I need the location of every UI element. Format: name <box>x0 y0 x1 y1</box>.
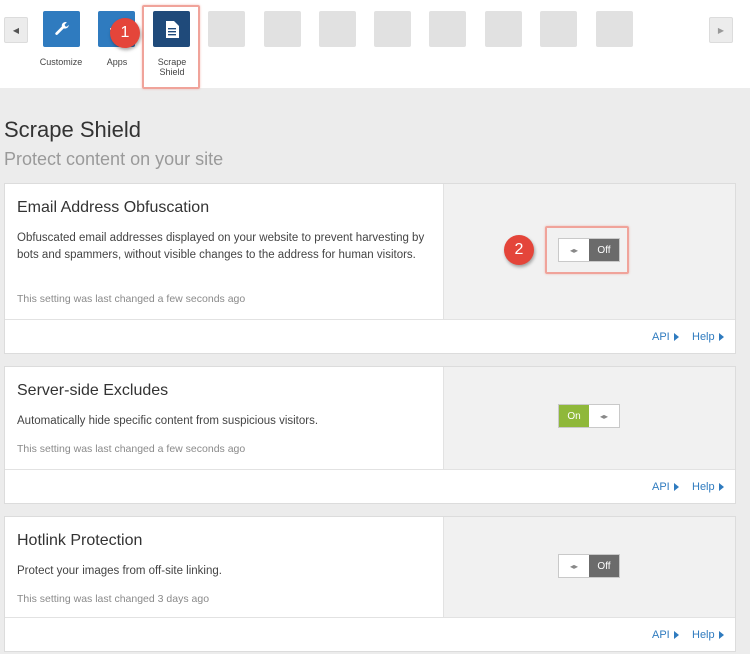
card-last-changed: This setting was last changed a few seco… <box>17 293 246 305</box>
card-info: Email Address Obfuscation Obfuscated ema… <box>5 184 444 320</box>
hotlink-protection-card: Hotlink Protection Protect your images f… <box>4 516 736 652</box>
help-link[interactable]: Help <box>692 331 724 343</box>
card-description: Protect your images from off-site linkin… <box>17 565 222 577</box>
toggle-state: On <box>559 405 589 427</box>
scrape-shield-highlight <box>142 5 200 89</box>
toggle-highlight <box>545 226 629 274</box>
card-control-area: ◂▸ Off <box>444 517 735 619</box>
page-subtitle: Protect content on your site <box>4 149 224 169</box>
card-footer: API Help <box>5 319 735 353</box>
api-link[interactable]: API <box>652 481 679 493</box>
card-title: Hotlink Protection <box>17 532 143 549</box>
help-link[interactable]: Help <box>692 481 724 493</box>
app-toolbar: ◀ Customize Apps Scrape Shield ▶ <box>0 0 750 88</box>
empty-tile <box>485 11 522 47</box>
empty-tile <box>264 11 301 47</box>
toggle-handle-icon: ◂▸ <box>599 411 609 421</box>
scroll-left-button[interactable]: ◀ <box>4 17 28 43</box>
card-footer: API Help <box>5 617 735 651</box>
card-info: Hotlink Protection Protect your images f… <box>5 517 444 619</box>
card-title: Email Address Obfuscation <box>17 199 210 216</box>
toggle-state: Off <box>589 555 619 577</box>
empty-tile <box>596 11 633 47</box>
customize-tile-label: Customize <box>39 57 83 67</box>
server-side-excludes-card: Server-side Excludes Automatically hide … <box>4 366 736 504</box>
card-control-area: On ◂▸ <box>444 367 735 470</box>
help-link[interactable]: Help <box>692 629 724 641</box>
hotlink-protection-toggle[interactable]: ◂▸ Off <box>558 554 620 578</box>
card-description: Automatically hide specific content from… <box>17 415 319 427</box>
toggle-handle-icon: ◂▸ <box>569 561 579 571</box>
callout-badge-2: 2 <box>504 235 534 265</box>
api-link[interactable]: API <box>652 629 679 641</box>
wrench-icon <box>54 22 69 35</box>
card-description: Obfuscated email addresses displayed on … <box>17 232 425 261</box>
scroll-right-button[interactable]: ▶ <box>709 17 733 43</box>
card-info: Server-side Excludes Automatically hide … <box>5 367 444 470</box>
card-footer: API Help <box>5 469 735 503</box>
empty-tile <box>319 11 356 47</box>
api-link[interactable]: API <box>652 331 679 343</box>
empty-tile <box>540 11 577 47</box>
callout-badge-1: 1 <box>110 18 140 48</box>
card-title: Server-side Excludes <box>17 382 169 399</box>
card-last-changed: This setting was last changed 3 days ago <box>17 593 210 605</box>
empty-tile <box>429 11 466 47</box>
card-last-changed: This setting was last changed a few seco… <box>17 443 246 455</box>
server-side-excludes-toggle[interactable]: On ◂▸ <box>558 404 620 428</box>
empty-tile <box>208 11 245 47</box>
apps-tile-label: Apps <box>106 57 128 67</box>
page-title: Scrape Shield <box>4 117 141 142</box>
empty-tile <box>374 11 411 47</box>
customize-tile[interactable] <box>43 11 80 47</box>
